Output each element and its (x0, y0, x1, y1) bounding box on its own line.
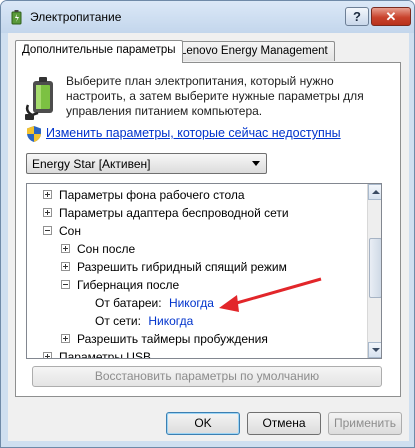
power-plan-selected: Energy Star [Активен] (32, 157, 151, 171)
tab-advanced-settings[interactable]: Дополнительные параметры (15, 40, 183, 63)
window-title: Электропитание (30, 10, 122, 24)
panel-description: Выберите план электропитания, который ну… (66, 74, 364, 118)
tree-item-plugged-in[interactable]: От сети: Никогда (95, 312, 193, 330)
expand-plus-icon[interactable] (61, 262, 70, 271)
tree-item-on-battery[interactable]: От батареи: Никогда (95, 294, 214, 312)
close-button[interactable]: ✕ (371, 7, 411, 26)
expand-plus-icon[interactable] (61, 334, 70, 343)
tree-item-label: От батареи: (95, 296, 162, 310)
tree-item-label: Разрешить гибридный спящий режим (77, 260, 287, 274)
tree-item-label: Сон (59, 224, 81, 238)
power-battery-icon (11, 10, 22, 25)
tree-item-label: Гибернация после (77, 278, 180, 292)
arrow-up-icon (372, 190, 380, 194)
power-plan-dropdown[interactable]: Energy Star [Активен] (26, 153, 267, 174)
help-button[interactable]: ? (345, 7, 369, 26)
change-unavailable-settings-link[interactable]: Изменить параметры, которые сейчас недос… (46, 126, 341, 140)
tree-item-label: Разрешить таймеры пробуждения (77, 332, 268, 346)
on-battery-value-link[interactable]: Никогда (169, 296, 214, 310)
cancel-button[interactable]: Отмена (247, 412, 321, 435)
settings-tree[interactable]: Параметры фона рабочего стола Параметры … (26, 183, 382, 359)
expand-plus-icon[interactable] (61, 244, 70, 253)
collapse-minus-icon[interactable] (43, 226, 52, 235)
expand-plus-icon[interactable] (43, 352, 52, 358)
collapse-minus-icon[interactable] (61, 280, 70, 289)
uac-shield-icon (27, 126, 41, 142)
expand-plus-icon[interactable] (43, 190, 52, 199)
tree-item-label: Параметры фона рабочего стола (59, 188, 245, 202)
tree-item-label: Сон после (77, 242, 136, 256)
tree-item-label: Параметры адаптера беспроводной сети (59, 206, 289, 220)
tree-vertical-scrollbar[interactable] (367, 184, 381, 358)
chevron-down-icon (252, 161, 260, 166)
battery-plug-icon (25, 77, 53, 120)
ok-button[interactable]: OK (166, 412, 240, 435)
restore-defaults-button[interactable]: Восстановить параметры по умолчанию (32, 366, 382, 387)
expand-plus-icon[interactable] (43, 208, 52, 217)
tab-lenovo-energy-management[interactable]: Lenovo Energy Management (173, 41, 335, 61)
apply-button[interactable]: Применить (328, 412, 402, 435)
dialog-client-area: Дополнительные параметры Lenovo Energy M… (8, 33, 409, 441)
tree-item-label: Параметры USB (59, 350, 151, 359)
arrow-down-icon (372, 348, 380, 352)
advanced-settings-panel: Выберите план электропитания, который ну… (15, 62, 401, 397)
title-bar[interactable]: Электропитание ? ✕ (1, 1, 414, 33)
scroll-thumb[interactable] (369, 238, 381, 298)
scroll-down-button[interactable] (368, 342, 381, 358)
scroll-up-button[interactable] (368, 184, 381, 200)
plugged-in-value-link[interactable]: Никогда (148, 314, 193, 328)
power-options-window: Электропитание ? ✕ Дополнительные параме… (0, 0, 415, 448)
tree-item-label: От сети: (95, 314, 141, 328)
